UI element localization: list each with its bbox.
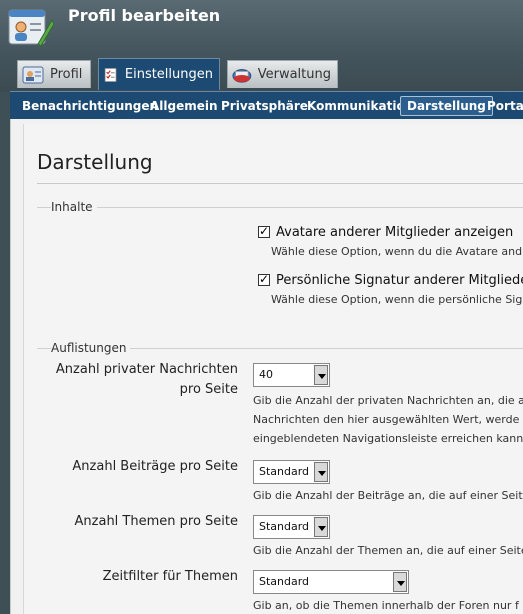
title-divider	[37, 183, 523, 184]
tab-einstellungen[interactable]: Einstellungen	[98, 58, 220, 90]
subnav-darstellung[interactable]: Darstellung	[400, 96, 493, 116]
edit-profile-icon	[8, 9, 54, 47]
select-value: Standard	[259, 575, 310, 588]
tab-label: Profil	[50, 67, 83, 82]
tab-profil[interactable]: Profil	[17, 60, 91, 88]
page-title: Darstellung	[37, 150, 153, 174]
subnav-portal[interactable]: Portal	[480, 96, 523, 116]
header: Profil bearbeiten Profil Einstellungen V…	[0, 0, 523, 92]
subnav-allgemein[interactable]: Allgemein	[143, 96, 225, 116]
select-value: Standard	[259, 465, 310, 478]
profile-card-icon	[22, 66, 44, 83]
chevron-down-icon	[393, 572, 407, 592]
checkbox-avatare[interactable]	[258, 224, 270, 238]
content-panel: Darstellung Inhalte Avatare anderer Mitg…	[10, 119, 523, 614]
field-hint: eingeblendeten Navigationsleiste erreich…	[253, 432, 523, 445]
field-hint: Gib die Anzahl der Beiträge an, die auf …	[253, 489, 523, 502]
field-hint: Gib an, ob die Themen innerhalb der Fore…	[253, 599, 519, 612]
chevron-down-icon	[314, 517, 328, 537]
checklist-icon	[104, 67, 117, 82]
checkbox-label: Avatare anderer Mitglieder anzeigen	[276, 225, 514, 240]
checkbox-label: Persönliche Signatur anderer Mitglieder	[276, 273, 523, 288]
chevron-down-icon	[314, 365, 328, 385]
tab-label: Einstellungen	[124, 67, 213, 82]
form-area: Darstellung Inhalte Avatare anderer Mitg…	[23, 124, 523, 614]
folder-icon	[232, 68, 252, 83]
select-pm-per-page[interactable]: 40	[253, 363, 330, 387]
page-header-title: Profil bearbeiten	[68, 6, 221, 25]
settings-subnav: Benachrichtigungen Allgemein Privatsphär…	[10, 91, 523, 119]
option-hint: Wähle diese Option, wenn die persönliche…	[271, 293, 523, 306]
section-legend-inhalte: Inhalte	[51, 200, 97, 214]
checkbox-signatur[interactable]	[258, 272, 270, 286]
field-hint: Gib die Anzahl der Themen an, die auf ei…	[253, 544, 523, 557]
field-label: Anzahl Beiträge pro Seite	[72, 459, 238, 474]
chevron-down-icon	[314, 462, 328, 482]
option-hint: Wähle diese Option, wenn du die Avatare …	[271, 245, 523, 258]
tab-label: Verwaltung	[257, 67, 331, 82]
field-label: Anzahl privater Nachrichten pro Seite	[55, 362, 238, 397]
field-hint: Nachrichten den hier ausgewählten Wert, …	[253, 413, 520, 426]
field-label: Anzahl Themen pro Seite	[74, 514, 238, 529]
select-posts-per-page[interactable]: Standard	[253, 460, 330, 484]
field-label: Zeitfilter für Themen	[102, 569, 238, 584]
select-value: 40	[259, 368, 273, 381]
section-legend-auflistungen: Auflistungen	[51, 341, 131, 355]
field-hint: Gib die Anzahl der privaten Nachrichten …	[253, 394, 523, 407]
select-thread-time-filter[interactable]: Standard	[253, 570, 409, 594]
select-value: Standard	[259, 520, 310, 533]
section-divider	[37, 207, 523, 208]
select-threads-per-page[interactable]: Standard	[253, 515, 330, 539]
tab-verwaltung[interactable]: Verwaltung	[227, 60, 338, 88]
